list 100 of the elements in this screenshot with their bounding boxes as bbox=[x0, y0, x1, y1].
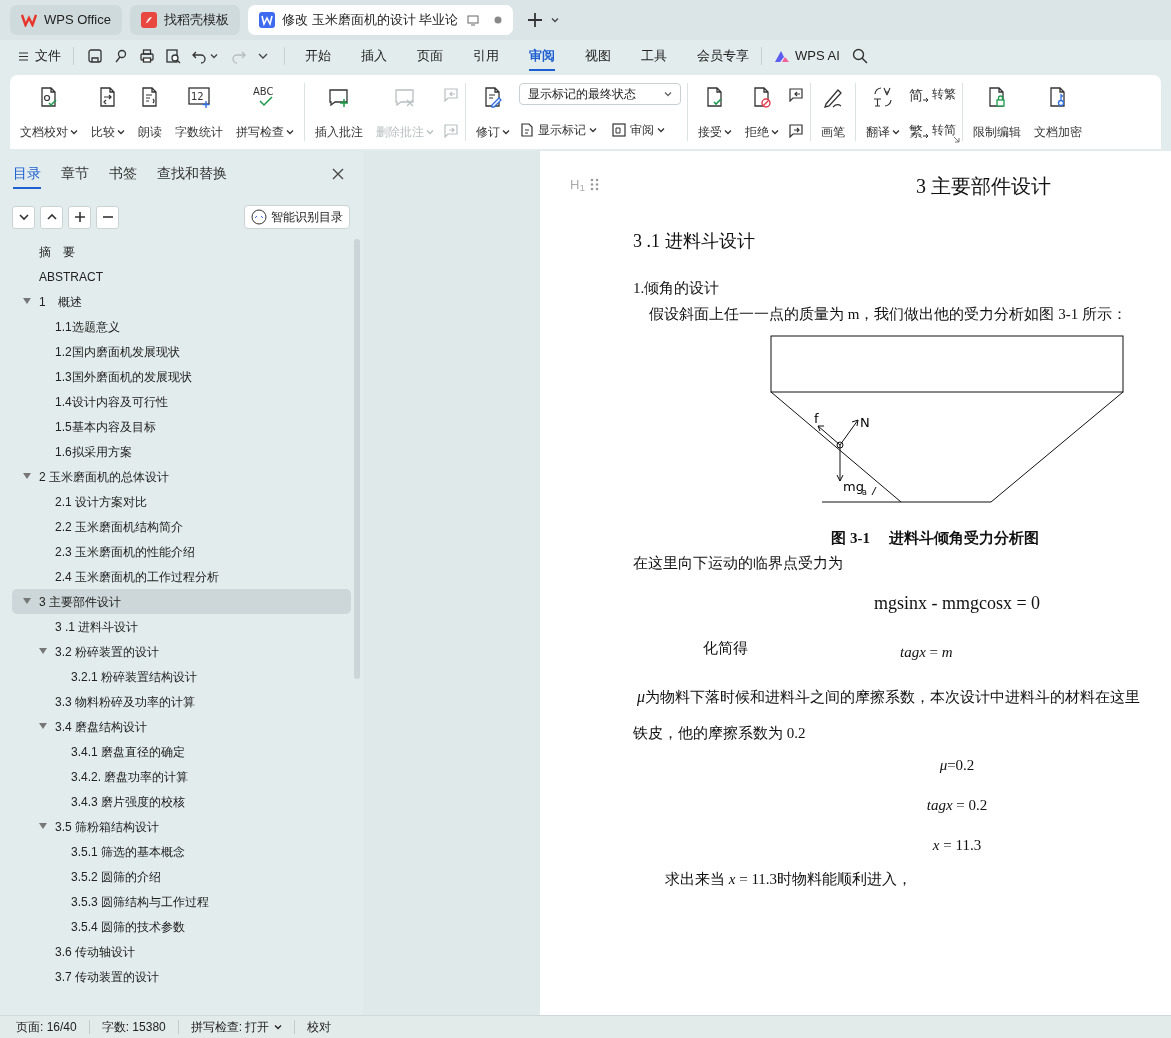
ribbon-button[interactable]: 画笔 bbox=[817, 81, 849, 143]
outline-tool-button[interactable] bbox=[96, 205, 119, 229]
ribbon-tab[interactable]: 开始 bbox=[305, 41, 331, 71]
outline-item[interactable]: 1.6拟采用方案 bbox=[12, 439, 351, 464]
ribbon-tab[interactable]: 视图 bbox=[585, 41, 611, 71]
ribbon-button[interactable]: 修订 bbox=[472, 81, 514, 143]
ribbon-tab[interactable]: 引用 bbox=[473, 41, 499, 71]
smart-toc-button[interactable]: 智能识别目录 bbox=[244, 205, 350, 229]
new-tab-icon[interactable] bbox=[527, 12, 544, 28]
outline-item[interactable]: 3.5 筛粉箱结构设计 bbox=[12, 814, 351, 839]
file-menu[interactable]: 文件 bbox=[14, 46, 65, 66]
markup-dropdown[interactable]: 显示标记的最终状态 bbox=[519, 83, 681, 105]
outline-item[interactable]: 2.1 设计方案对比 bbox=[12, 489, 351, 514]
ribbon-tab[interactable]: 会员专享 bbox=[697, 41, 749, 71]
outline-item[interactable]: 1.2国内磨面机发展现状 bbox=[12, 339, 351, 364]
key-icon[interactable] bbox=[113, 48, 129, 64]
expanded-triangle-icon[interactable] bbox=[39, 823, 47, 830]
outline-item[interactable]: 3.5.1 筛选的基本概念 bbox=[12, 839, 351, 864]
outline-item[interactable]: 2.2 玉米磨面机结构简介 bbox=[12, 514, 351, 539]
outline-item[interactable]: 3.5.3 圆筛结构与工作过程 bbox=[12, 889, 351, 914]
outline-tool-button[interactable] bbox=[40, 205, 63, 229]
panel-tab[interactable]: 目录 bbox=[13, 159, 41, 189]
outline-tool-button[interactable] bbox=[12, 205, 35, 229]
expanded-triangle-icon[interactable] bbox=[39, 648, 47, 655]
browser-tab[interactable]: 找稻壳模板 bbox=[129, 5, 240, 35]
ribbon-small-button[interactable]: 显示标记 bbox=[519, 119, 597, 141]
ribbon-tab[interactable]: 审阅 bbox=[529, 41, 555, 71]
monitor-icon bbox=[467, 14, 480, 26]
ribbon-button[interactable]: 翻译 bbox=[862, 81, 904, 143]
caret-icon[interactable] bbox=[551, 16, 560, 24]
ribbon-button[interactable]: 拒绝 bbox=[741, 81, 783, 143]
ribbon-small-button[interactable]: 简 转繁 bbox=[909, 83, 956, 105]
save-icon[interactable] bbox=[87, 48, 103, 64]
ribbon-tab[interactable]: 工具 bbox=[641, 41, 667, 71]
ribbon-button[interactable]: 12 字数统计 bbox=[171, 81, 227, 143]
leaf-logo-icon bbox=[140, 12, 157, 28]
panel-tab[interactable]: 查找和替换 bbox=[157, 159, 227, 189]
outline-item[interactable]: 1 概述 bbox=[12, 289, 351, 314]
ribbon-button[interactable]: 比较 bbox=[87, 81, 129, 143]
ribbon-small-button[interactable]: 审阅 bbox=[611, 119, 665, 141]
figure-caption: 图 3-1 进料斗倾角受力分析图 bbox=[831, 529, 1039, 548]
expanded-triangle-icon[interactable] bbox=[39, 723, 47, 730]
outline-item[interactable]: 3 .1 进料斗设计 bbox=[12, 614, 351, 639]
outline-item[interactable]: 3.2 粉碎装置的设计 bbox=[12, 639, 351, 664]
ribbon-small-button[interactable]: 繁 转简 bbox=[909, 119, 956, 141]
ai-logo-icon bbox=[774, 49, 790, 63]
figure-label: N bbox=[860, 415, 870, 430]
show-markup-icon bbox=[519, 122, 535, 138]
outline-item[interactable]: 3.5.2 圆筛的介绍 bbox=[12, 864, 351, 889]
dropdown-value: 显示标记的最终状态 bbox=[528, 86, 636, 103]
browser-tab[interactable]: 修改 玉米磨面机的设计 毕业论 bbox=[247, 5, 514, 35]
ribbon-button[interactable]: ABC 拼写检查 bbox=[232, 81, 298, 143]
outline-item[interactable]: 3.6 传动轴设计 bbox=[12, 939, 351, 964]
ribbon-tab[interactable]: 页面 bbox=[417, 41, 443, 71]
outline-item[interactable]: 3.4 磨盘结构设计 bbox=[12, 714, 351, 739]
outline-tool-button[interactable] bbox=[68, 205, 91, 229]
outline-item[interactable]: 摘 要 bbox=[12, 239, 351, 264]
outline-item[interactable]: 1.1选题意义 bbox=[12, 314, 351, 339]
outline-item[interactable]: 1.4设计内容及可行性 bbox=[12, 389, 351, 414]
outline-item[interactable]: 3.7 传动装置的设计 bbox=[12, 964, 351, 989]
print-icon[interactable] bbox=[139, 48, 155, 64]
expanded-triangle-icon[interactable] bbox=[23, 298, 31, 305]
panel-tab[interactable]: 书签 bbox=[109, 159, 137, 189]
figure-label: a bbox=[862, 488, 867, 497]
ribbon-button[interactable]: 接受 bbox=[694, 81, 736, 143]
outline-item[interactable]: 3.4.2. 磨盘功率的计算 bbox=[12, 764, 351, 789]
close-icon[interactable] bbox=[332, 168, 344, 180]
outline-item[interactable]: 2.3 玉米磨面机的性能介绍 bbox=[12, 539, 351, 564]
ribbon-button[interactable]: 文档校对 bbox=[16, 81, 82, 143]
search-icon[interactable] bbox=[851, 48, 868, 64]
expanded-triangle-icon[interactable] bbox=[23, 598, 31, 605]
section-heading: 3 .1 进料斗设计 bbox=[633, 230, 755, 253]
caret-icon[interactable] bbox=[210, 52, 218, 60]
ribbon-button[interactable]: 文档加密 bbox=[1030, 81, 1086, 143]
expanded-triangle-icon[interactable] bbox=[23, 473, 31, 480]
launcher-icon[interactable] bbox=[953, 136, 960, 143]
caret-icon bbox=[274, 1023, 283, 1031]
outline-item[interactable]: ABSTRACT bbox=[12, 264, 351, 289]
outline-item[interactable]: 1.5基本内容及目标 bbox=[12, 414, 351, 439]
outline-item[interactable]: 3.4.3 磨片强度的校核 bbox=[12, 789, 351, 814]
outline-item[interactable]: 3.4.1 磨盘直径的确定 bbox=[12, 739, 351, 764]
ribbon-button[interactable]: 插入批注 bbox=[311, 81, 367, 143]
ai-button[interactable]: WPS AI bbox=[774, 46, 840, 66]
scrollbar-thumb[interactable] bbox=[354, 239, 360, 679]
ribbon-tab[interactable]: 插入 bbox=[361, 41, 387, 71]
ribbon-button[interactable]: 限制编辑 bbox=[969, 81, 1025, 143]
panel-tab[interactable]: 章节 bbox=[61, 159, 89, 189]
outline-item[interactable]: 3.5.4 圆筛的技术参数 bbox=[12, 914, 351, 939]
print-preview-icon[interactable] bbox=[165, 48, 181, 64]
outline-item[interactable]: 3.2.1 粉碎装置结构设计 bbox=[12, 664, 351, 689]
outline-item[interactable]: 3 主要部件设计 bbox=[12, 589, 351, 614]
equation: μ=0.2 bbox=[939, 756, 975, 776]
drag-handle-icon[interactable] bbox=[589, 178, 599, 192]
outline-item[interactable]: 1.3国外磨面机的发展现状 bbox=[12, 364, 351, 389]
status-menu[interactable]: 拼写检查: 打开 bbox=[178, 1018, 295, 1036]
outline-item[interactable]: 2.4 玉米磨面机的工作过程分析 bbox=[12, 564, 351, 589]
outline-item[interactable]: 3.3 物料粉碎及功率的计算 bbox=[12, 689, 351, 714]
ribbon-button[interactable]: 朗读 bbox=[134, 81, 166, 143]
browser-tab[interactable]: WPS Office bbox=[10, 5, 122, 35]
outline-item[interactable]: 2 玉米磨面机的总体设计 bbox=[12, 464, 351, 489]
